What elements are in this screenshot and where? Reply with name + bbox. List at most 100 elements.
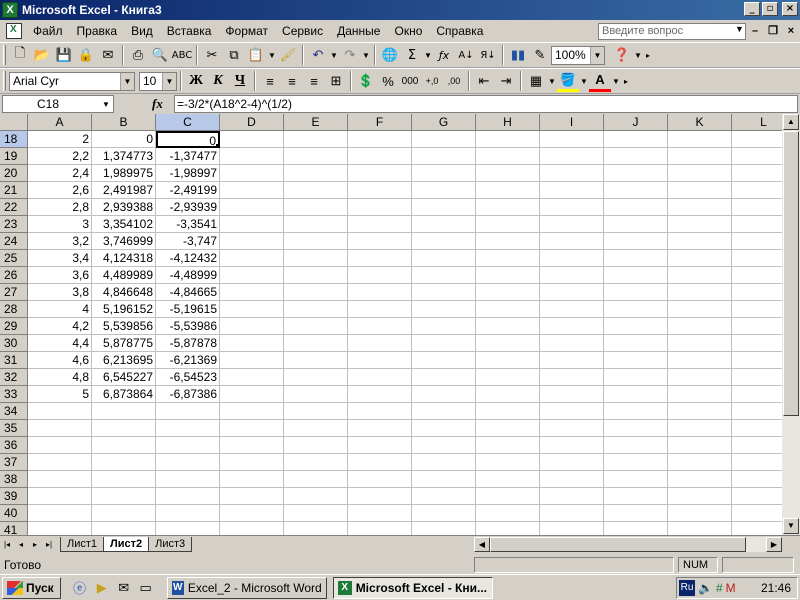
- grid-cell[interactable]: [668, 369, 732, 386]
- grid-cell[interactable]: -6,54523: [156, 369, 220, 386]
- grid-cell[interactable]: [220, 335, 284, 352]
- grid-cell[interactable]: [220, 437, 284, 454]
- row-header[interactable]: 26: [0, 267, 28, 284]
- row-header[interactable]: 32: [0, 369, 28, 386]
- borders-icon[interactable]: ▦: [525, 70, 547, 92]
- grid-cell[interactable]: 5: [28, 386, 92, 403]
- menu-window[interactable]: Окно: [387, 22, 429, 40]
- column-header[interactable]: F: [348, 114, 412, 131]
- grid-cell[interactable]: [220, 505, 284, 522]
- grid-cell[interactable]: [668, 420, 732, 437]
- grid-cell[interactable]: [412, 301, 476, 318]
- grid-cell[interactable]: [348, 420, 412, 437]
- grid-cell[interactable]: [156, 403, 220, 420]
- grid-cell[interactable]: [476, 403, 540, 420]
- grid-cell[interactable]: [540, 420, 604, 437]
- column-header[interactable]: A: [28, 114, 92, 131]
- grid-cell[interactable]: [732, 454, 782, 471]
- close-button[interactable]: ×: [782, 2, 798, 16]
- grid-cell[interactable]: 3,8: [28, 284, 92, 301]
- grid-cell[interactable]: [284, 505, 348, 522]
- grid-cell[interactable]: 4,124318: [92, 250, 156, 267]
- grid-cell[interactable]: [348, 250, 412, 267]
- open-icon[interactable]: 📂: [31, 44, 53, 66]
- grid-cell[interactable]: [604, 148, 668, 165]
- toolbar-options-icon[interactable]: ▸: [643, 51, 653, 60]
- task-excel[interactable]: X Microsoft Excel - Кни...: [332, 576, 493, 599]
- grid-cell[interactable]: [28, 522, 92, 535]
- grid-cell[interactable]: [348, 471, 412, 488]
- grid-cell[interactable]: [220, 267, 284, 284]
- grid-cell[interactable]: 4,6: [28, 352, 92, 369]
- grid-cell[interactable]: [668, 165, 732, 182]
- grid-cell[interactable]: [284, 471, 348, 488]
- grid-cell[interactable]: [92, 488, 156, 505]
- column-header[interactable]: B: [92, 114, 156, 131]
- grid-cell[interactable]: [28, 437, 92, 454]
- cut-icon[interactable]: ✂: [201, 44, 223, 66]
- grid-cell[interactable]: [668, 284, 732, 301]
- grid-cell[interactable]: [540, 335, 604, 352]
- paste-dropdown-icon[interactable]: ▼: [267, 51, 277, 60]
- grid-cell[interactable]: 1,374773: [92, 148, 156, 165]
- row-header[interactable]: 22: [0, 199, 28, 216]
- copy-icon[interactable]: ⧉: [223, 44, 245, 66]
- grid-cell[interactable]: [604, 318, 668, 335]
- grid-cell[interactable]: [412, 318, 476, 335]
- grid-cell[interactable]: [732, 199, 782, 216]
- grid-cell[interactable]: [668, 437, 732, 454]
- grid-cell[interactable]: [732, 403, 782, 420]
- grid-cell[interactable]: [220, 216, 284, 233]
- undo-icon[interactable]: ↶: [307, 44, 329, 66]
- grid-cell[interactable]: [284, 182, 348, 199]
- grid-cell[interactable]: [604, 403, 668, 420]
- increase-decimal-button[interactable]: +,0: [421, 70, 443, 92]
- grid-cell[interactable]: [284, 131, 348, 148]
- autosum-dropdown-icon[interactable]: ▼: [423, 51, 433, 60]
- align-right-icon[interactable]: ≡: [303, 70, 325, 92]
- grid-cell[interactable]: [668, 522, 732, 535]
- grid-cell[interactable]: 4,2: [28, 318, 92, 335]
- grid-cell[interactable]: [92, 505, 156, 522]
- menu-data[interactable]: Данные: [330, 22, 387, 40]
- grid-cell[interactable]: [412, 165, 476, 182]
- underline-button[interactable]: Ч: [229, 70, 251, 92]
- row-header[interactable]: 29: [0, 318, 28, 335]
- grid-cell[interactable]: [412, 284, 476, 301]
- drawing-icon[interactable]: ✎: [529, 44, 551, 66]
- hyperlink-icon[interactable]: 🌐: [379, 44, 401, 66]
- grid-cell[interactable]: [476, 386, 540, 403]
- scroll-down-icon[interactable]: ▼: [783, 518, 799, 534]
- grid-cell[interactable]: 4,846648: [92, 284, 156, 301]
- grid-cell[interactable]: [220, 301, 284, 318]
- grid-cell[interactable]: [28, 471, 92, 488]
- grid-cell[interactable]: [348, 301, 412, 318]
- decrease-decimal-button[interactable]: ,00: [443, 70, 465, 92]
- grid-cell[interactable]: [156, 471, 220, 488]
- grid-cell[interactable]: [92, 403, 156, 420]
- grid-cell[interactable]: [476, 522, 540, 535]
- grid-cell[interactable]: 4,489989: [92, 267, 156, 284]
- grid-cell[interactable]: [220, 165, 284, 182]
- grid-cell[interactable]: [476, 471, 540, 488]
- grid-cell[interactable]: [220, 131, 284, 148]
- grid-cell[interactable]: 2,8: [28, 199, 92, 216]
- scroll-left-icon[interactable]: ◀: [474, 537, 490, 552]
- antivirus-icon[interactable]: M: [726, 581, 736, 595]
- grid-cell[interactable]: [92, 522, 156, 535]
- grid-cell[interactable]: [284, 437, 348, 454]
- grid-cell[interactable]: [348, 403, 412, 420]
- grid-cell[interactable]: [668, 250, 732, 267]
- grid-cell[interactable]: [348, 335, 412, 352]
- fill-color-icon[interactable]: 🪣: [557, 70, 579, 92]
- print-icon[interactable]: ⎙: [127, 44, 149, 66]
- grid-cell[interactable]: [604, 352, 668, 369]
- grid-cell[interactable]: [732, 437, 782, 454]
- zoom-dropdown-icon[interactable]: ▼: [590, 46, 604, 64]
- grid-cell[interactable]: [28, 403, 92, 420]
- grid-cell[interactable]: [604, 522, 668, 535]
- grid-cell[interactable]: [156, 488, 220, 505]
- grid-cell[interactable]: [284, 165, 348, 182]
- grid-cell[interactable]: [604, 216, 668, 233]
- row-header[interactable]: 36: [0, 437, 28, 454]
